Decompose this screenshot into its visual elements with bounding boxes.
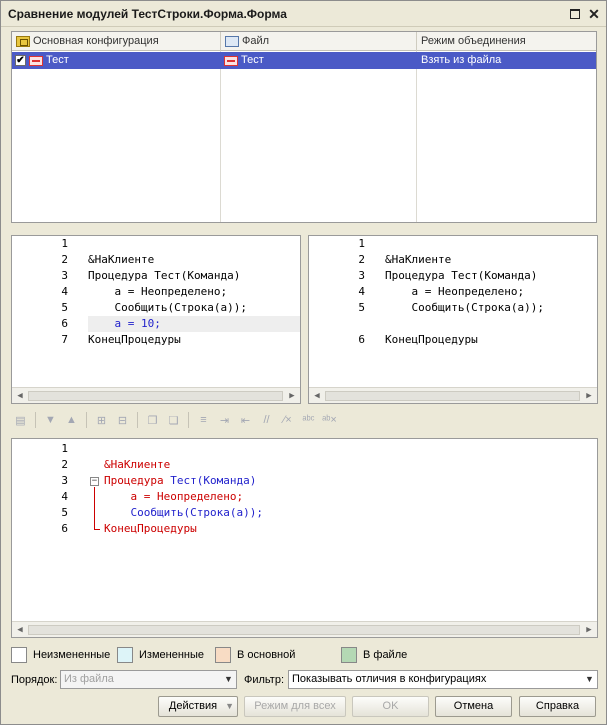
legend-unchanged: Неизмененные: [11, 645, 110, 665]
legend-in-file: В файле: [341, 645, 407, 665]
prev-diff-icon[interactable]: ▲: [62, 411, 81, 429]
cancel-button[interactable]: Отмена: [435, 696, 512, 717]
scroll-right-icon[interactable]: ▶: [286, 390, 298, 402]
comparison-window: Сравнение модулей ТестСтроки.Форма.Форма…: [0, 0, 607, 725]
scroll-thumb[interactable]: [325, 391, 580, 401]
color-legend: Неизмененные Измененные В основной В фай…: [11, 645, 598, 665]
indent-icon[interactable]: ≡: [194, 411, 213, 429]
indent-right-icon[interactable]: ⇥: [215, 411, 234, 429]
order-select[interactable]: Из файла ▼: [60, 670, 237, 689]
legend-swatch: [117, 647, 133, 663]
scroll-thumb[interactable]: [28, 391, 283, 401]
scroll-left-icon[interactable]: ◀: [311, 390, 323, 402]
header-main-config[interactable]: Основная конфигурация: [12, 32, 221, 51]
expand-tree-icon[interactable]: ⊞: [92, 411, 111, 429]
file-icon: [225, 36, 239, 47]
scroll-thumb[interactable]: [28, 625, 580, 635]
collapse-tree-icon[interactable]: ⊟: [113, 411, 132, 429]
horizontal-scrollbar[interactable]: ◀ ▶: [12, 621, 597, 637]
close-icon[interactable]: ✕: [586, 6, 602, 22]
chevron-down-icon[interactable]: ▼: [221, 671, 236, 688]
configuration-icon: [16, 36, 30, 47]
modules-grid: Основная конфигурация Файл Режим объедин…: [11, 31, 597, 223]
restore-icon[interactable]: [567, 6, 583, 22]
diff-toolbar: ▤ ▼ ▲ ⊞ ⊟ ❐ ❏ ≡ ⇥ ⇤ // ⁄× ᵃᵇᶜ ᵃᵇ×: [11, 409, 598, 431]
cell-file: Тест: [221, 52, 417, 69]
scroll-right-icon[interactable]: ▶: [583, 390, 595, 402]
scroll-right-icon[interactable]: ▶: [583, 624, 595, 636]
spelling-icon[interactable]: ᵃᵇᶜ: [299, 411, 318, 429]
legend-swatch: [215, 647, 231, 663]
chevron-down-icon: ▼: [225, 701, 234, 711]
chevron-down-icon[interactable]: ▼: [582, 671, 597, 688]
help-button[interactable]: Справка: [519, 696, 596, 717]
window-title: Сравнение модулей ТестСтроки.Форма.Форма: [8, 7, 287, 21]
merge-result-code-pane[interactable]: 1 2 &НаКлиенте 3 Процедура Тест(Команда) 4…: [11, 438, 598, 638]
legend-in-main: В основной: [215, 645, 295, 665]
legend-swatch: [341, 647, 357, 663]
grid-header: Основная конфигурация Файл Режим объедин…: [12, 32, 596, 51]
copy-icon[interactable]: ❐: [143, 411, 162, 429]
next-diff-icon[interactable]: ▼: [41, 411, 60, 429]
cell-main: ✔ Тест: [15, 54, 69, 66]
indent-left-icon[interactable]: ⇤: [236, 411, 255, 429]
header-file[interactable]: Файл: [221, 32, 417, 51]
row-checkbox[interactable]: ✔: [15, 55, 26, 66]
legend-swatch: [11, 647, 27, 663]
horizontal-scrollbar[interactable]: ◀ ▶: [309, 387, 597, 403]
scroll-left-icon[interactable]: ◀: [14, 390, 26, 402]
horizontal-scrollbar[interactable]: ◀ ▶: [12, 387, 300, 403]
actions-button[interactable]: Действия ▼: [158, 696, 238, 717]
scroll-left-icon[interactable]: ◀: [14, 624, 26, 636]
spelling-off-icon[interactable]: ᵃᵇ×: [320, 411, 339, 429]
table-row[interactable]: ✔ Тест Тест Взять из файла: [12, 52, 596, 69]
comment-icon[interactable]: //: [257, 411, 276, 429]
title-bar: Сравнение модулей ТестСтроки.Форма.Форма…: [1, 1, 606, 27]
file-code-pane[interactable]: 1 2 &НаКлиенте 3 Процедура Тест(Команда) 4…: [308, 235, 598, 404]
filter-select[interactable]: Показывать отличия в конфигурациях ▼: [288, 670, 598, 689]
collapse-icon[interactable]: −: [90, 477, 99, 486]
main-config-code-pane[interactable]: 1 2 &НаКлиенте 3 Процедура Тест(Команда) 4…: [11, 235, 301, 404]
paste-icon[interactable]: ❏: [164, 411, 183, 429]
mode-for-all-button[interactable]: Режим для всех: [244, 696, 346, 717]
compare-icon[interactable]: ▤: [11, 411, 30, 429]
module-icon: [29, 55, 43, 66]
order-label: Порядок:: [11, 674, 58, 686]
module-icon: [224, 55, 238, 66]
header-merge-mode[interactable]: Режим объединения: [417, 32, 596, 51]
filter-label: Фильтр:: [244, 674, 285, 686]
cell-mode[interactable]: Взять из файла: [417, 52, 596, 69]
legend-changed: Измененные: [117, 645, 204, 665]
ok-button[interactable]: OK: [352, 696, 429, 717]
uncomment-icon[interactable]: ⁄×: [278, 411, 297, 429]
